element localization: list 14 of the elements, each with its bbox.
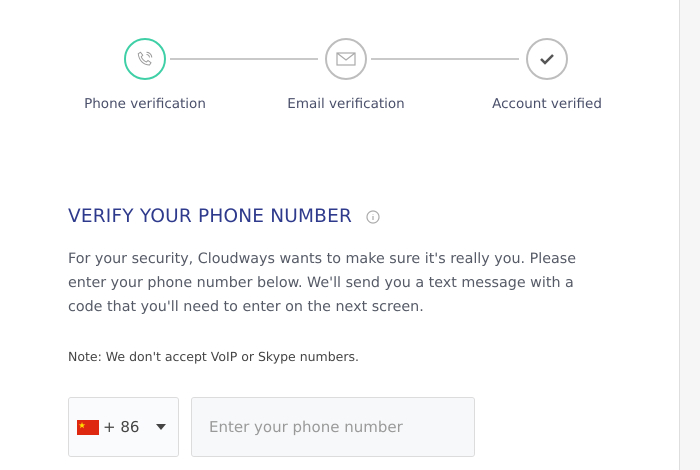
description-text: For your security, Cloudways wants to make sure it's really you. Please enter your phone number below. We'll send you a text message with a code that you'll need to enter on the next screen. <box>68 250 578 317</box>
step-label: Email verification <box>287 96 405 112</box>
flag-icon <box>77 420 99 434</box>
step-label: Phone verification <box>84 96 206 112</box>
country-code-select[interactable]: + 86 <box>68 397 179 457</box>
envelope-icon <box>336 52 356 66</box>
note-text: Note: We don't accept VoIP or Skype numbers. <box>68 349 360 364</box>
caret-icon <box>156 424 166 430</box>
step-label: Account verified <box>492 96 602 112</box>
phone-icon <box>136 50 154 68</box>
section-heading: VERIFY YOUR PHONE NUMBER <box>68 206 352 227</box>
check-icon <box>539 53 555 65</box>
phone-input-field[interactable]: Enter your phone number <box>191 397 475 457</box>
info-icon[interactable] <box>366 210 380 224</box>
